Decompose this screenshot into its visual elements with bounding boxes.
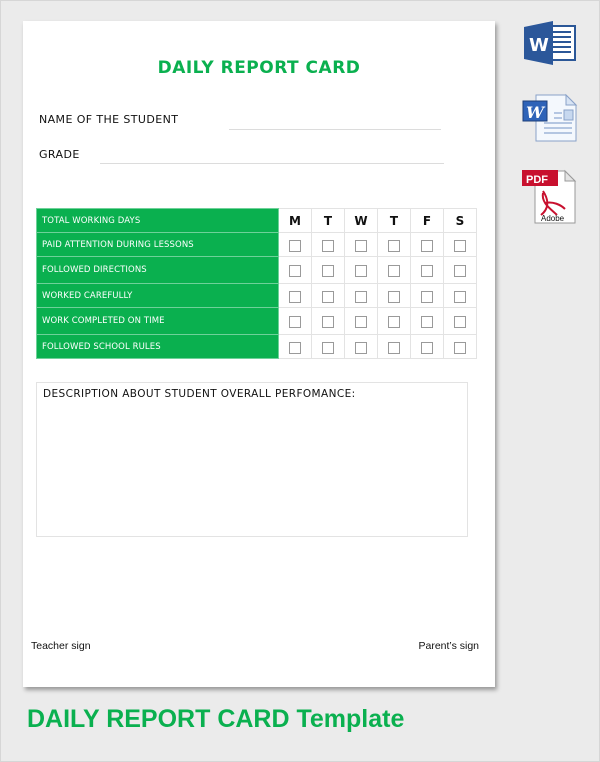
grade-field[interactable] bbox=[100, 163, 444, 164]
checkbox[interactable] bbox=[322, 265, 334, 277]
teacher-sign-label: Teacher sign bbox=[31, 640, 91, 652]
checkbox[interactable] bbox=[322, 290, 334, 303]
footer-title: DAILY REPORT CARD Template bbox=[27, 705, 405, 733]
table-row: WORK COMPLETED ON TIME bbox=[36, 307, 477, 335]
parent-sign-label: Parent’s sign bbox=[418, 640, 479, 652]
checkbox[interactable] bbox=[454, 290, 466, 303]
day-header-monday: M bbox=[278, 208, 312, 233]
checkbox[interactable] bbox=[421, 239, 433, 252]
day-header-friday: F bbox=[410, 208, 444, 233]
checkbox[interactable] bbox=[388, 316, 400, 328]
checkbox[interactable] bbox=[454, 316, 466, 328]
row-label: FOLLOWED SCHOOL RULES bbox=[36, 334, 279, 359]
grade-label: GRADE bbox=[39, 148, 80, 161]
checkbox[interactable] bbox=[421, 341, 433, 354]
day-header-thursday: T bbox=[377, 208, 411, 233]
row-label: FOLLOWED DIRECTIONS bbox=[36, 256, 279, 284]
description-box[interactable]: DESCRIPTION ABOUT STUDENT OVERALL PERFOM… bbox=[36, 382, 468, 537]
behavior-table: TOTAL WORKING DAYS M T W T F S PAID ATTE… bbox=[36, 208, 477, 359]
checkbox[interactable] bbox=[322, 341, 334, 354]
row-label: WORK COMPLETED ON TIME bbox=[36, 307, 279, 335]
checkbox[interactable] bbox=[355, 239, 367, 252]
checkbox[interactable] bbox=[421, 290, 433, 303]
day-header-saturday: S bbox=[443, 208, 477, 233]
checkbox[interactable] bbox=[289, 341, 301, 354]
checkbox[interactable] bbox=[289, 265, 301, 277]
day-header-wednesday: W bbox=[344, 208, 378, 233]
table-row: WORKED CAREFULLY bbox=[36, 283, 477, 308]
table-row: PAID ATTENTION DURING LESSONS bbox=[36, 232, 477, 257]
checkbox[interactable] bbox=[388, 341, 400, 354]
checkbox[interactable] bbox=[355, 265, 367, 277]
checkbox[interactable] bbox=[388, 239, 400, 252]
document-title: DAILY REPORT CARD bbox=[157, 58, 361, 78]
student-name-field[interactable] bbox=[229, 129, 441, 130]
table-header-row: TOTAL WORKING DAYS M T W T F S bbox=[36, 208, 477, 233]
adobe-label: Adobe bbox=[541, 214, 565, 223]
pdf-label: PDF bbox=[526, 174, 548, 186]
checkbox[interactable] bbox=[421, 316, 433, 328]
description-label: DESCRIPTION ABOUT STUDENT OVERALL PERFOM… bbox=[43, 388, 356, 400]
word-2013-icon[interactable]: W bbox=[523, 21, 577, 69]
table-row: FOLLOWED SCHOOL RULES bbox=[36, 334, 477, 359]
row-label: PAID ATTENTION DURING LESSONS bbox=[36, 232, 279, 257]
checkbox[interactable] bbox=[289, 316, 301, 328]
pdf-icon[interactable]: PDF Adobe bbox=[521, 167, 579, 229]
day-header-tuesday: T bbox=[311, 208, 345, 233]
checkbox[interactable] bbox=[355, 341, 367, 354]
word-letter: W bbox=[529, 35, 549, 56]
checkbox[interactable] bbox=[322, 239, 334, 252]
checkbox[interactable] bbox=[388, 265, 400, 277]
row-label: WORKED CAREFULLY bbox=[36, 283, 279, 308]
checkbox[interactable] bbox=[355, 316, 367, 328]
checkbox[interactable] bbox=[322, 316, 334, 328]
checkbox[interactable] bbox=[454, 239, 466, 252]
report-card-page: DAILY REPORT CARD NAME OF THE STUDENT GR… bbox=[23, 21, 495, 687]
table-row: FOLLOWED DIRECTIONS bbox=[36, 256, 477, 284]
checkbox[interactable] bbox=[388, 290, 400, 303]
word-doc-icon[interactable]: W bbox=[522, 93, 578, 147]
checkbox[interactable] bbox=[355, 290, 367, 303]
total-working-days-label: TOTAL WORKING DAYS bbox=[36, 208, 279, 233]
student-name-label: NAME OF THE STUDENT bbox=[39, 113, 179, 126]
checkbox[interactable] bbox=[289, 239, 301, 252]
checkbox[interactable] bbox=[454, 341, 466, 354]
checkbox[interactable] bbox=[454, 265, 466, 277]
word-doc-letter: W bbox=[526, 103, 546, 122]
checkbox[interactable] bbox=[421, 265, 433, 277]
checkbox[interactable] bbox=[289, 290, 301, 303]
